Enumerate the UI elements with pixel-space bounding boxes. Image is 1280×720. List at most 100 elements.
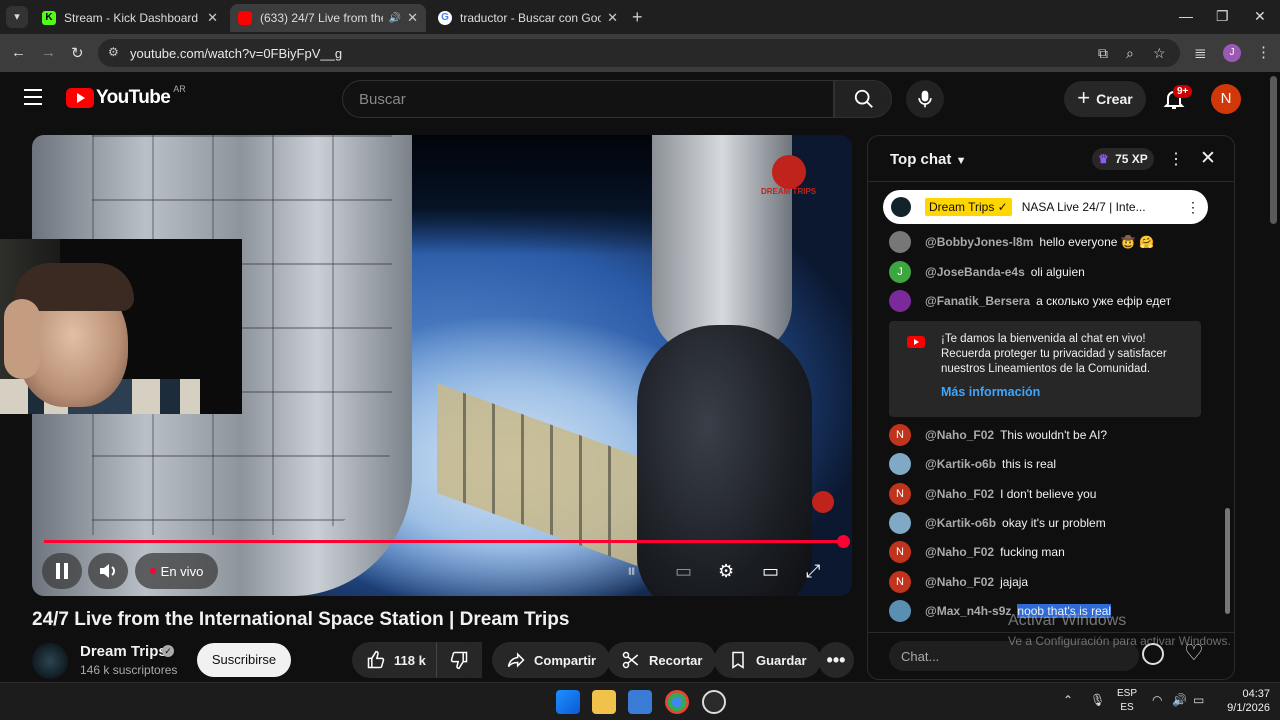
language-indicator[interactable]: ESP ES xyxy=(1117,687,1137,715)
new-tab-button[interactable]: + xyxy=(632,7,643,28)
chat-message[interactable]: N @Naho_F02 I don't believe you xyxy=(889,482,1096,506)
author-avatar[interactable] xyxy=(889,290,911,312)
system-clock[interactable]: 04:37 9/1/2026 xyxy=(1216,687,1270,715)
account-avatar[interactable]: N xyxy=(1211,84,1241,114)
battery-icon[interactable]: ▭ xyxy=(1193,693,1204,707)
reading-list-icon[interactable]: ≣ xyxy=(1194,44,1207,62)
maximize-icon[interactable]: ❐ xyxy=(1216,8,1229,25)
author-avatar[interactable] xyxy=(889,453,911,476)
pinned-options-icon[interactable]: ⋮ xyxy=(1186,199,1200,216)
chat-mode-selector[interactable]: Top chat ▼ xyxy=(890,151,966,168)
progress-scrubber[interactable] xyxy=(837,535,850,548)
author-name[interactable]: @BobbyJones-l8m xyxy=(925,235,1033,249)
obs-icon[interactable] xyxy=(702,690,726,714)
youtube-logo[interactable]: YouTube AR xyxy=(66,84,186,109)
forward-arrow-icon[interactable]: → xyxy=(41,44,56,61)
live-badge[interactable]: En vivo xyxy=(135,553,218,589)
wifi-icon[interactable]: ◠ xyxy=(1152,693,1162,707)
chat-options-icon[interactable]: ⋮ xyxy=(1168,149,1184,169)
chat-message[interactable]: @Kartik-o6b okay it's ur problem xyxy=(889,511,1106,535)
chat-message[interactable]: N @Naho_F02 jajaja xyxy=(889,570,1028,594)
author-name[interactable]: @Max_n4h-s9z xyxy=(925,604,1011,618)
chrome-icon[interactable] xyxy=(665,690,689,714)
microphone-tray-icon[interactable]: 🎙 xyxy=(1090,693,1105,707)
search-button[interactable] xyxy=(834,80,892,118)
close-icon[interactable]: ✕ xyxy=(407,10,418,26)
search-input[interactable]: Buscar xyxy=(342,80,834,118)
settings-gear-icon[interactable]: ⚙ xyxy=(718,561,734,582)
chat-message[interactable]: @BobbyJones-l8m hello everyone 🤠 🤗 xyxy=(889,230,1154,254)
chat-close-icon[interactable]: ✕ xyxy=(1200,147,1216,170)
browser-profile-avatar[interactable]: J xyxy=(1223,44,1241,62)
close-icon[interactable]: ✕ xyxy=(607,10,618,26)
chat-message[interactable]: J @JoseBanda-e4s oli alguien xyxy=(889,260,1085,284)
author-avatar[interactable]: N xyxy=(889,424,911,446)
channel-name[interactable]: Dream Trips xyxy=(80,643,167,660)
microsoft-store-icon[interactable] xyxy=(628,690,652,714)
chevron-up-icon[interactable]: ⌃ xyxy=(1063,693,1073,707)
zoom-icon[interactable]: ⌕ xyxy=(1126,45,1134,62)
author-name[interactable]: @Naho_F02 xyxy=(925,575,994,589)
chat-scrollbar[interactable] xyxy=(1225,508,1230,614)
channel-avatar[interactable] xyxy=(32,643,68,679)
author-name[interactable]: @Naho_F02 xyxy=(925,487,994,501)
chat-message[interactable]: @Fanatik_Bersera а сколько уже ефір едет xyxy=(889,289,1171,313)
save-button[interactable]: Guardar xyxy=(714,642,821,678)
pinned-message[interactable]: Dream Trips ✓ NASA Live 24/7 | Inte... ⋮ xyxy=(883,190,1208,224)
browser-menu-icon[interactable]: ⋮ xyxy=(1256,43,1271,61)
subtitles-icon[interactable]: ▭ xyxy=(675,561,692,582)
mute-button[interactable] xyxy=(88,553,128,589)
author-name[interactable]: @Naho_F02 xyxy=(925,545,994,559)
windows-start-icon[interactable] xyxy=(556,690,580,714)
author-avatar[interactable]: N xyxy=(889,541,911,564)
author-avatar[interactable]: N xyxy=(889,570,911,593)
dislike-button[interactable] xyxy=(436,642,482,678)
author-name[interactable]: @Kartik-o6b xyxy=(925,516,996,530)
minimize-icon[interactable]: — xyxy=(1179,8,1193,24)
tab-search-button[interactable]: ▾ xyxy=(6,6,28,28)
like-count: 118 k xyxy=(394,652,426,668)
author-avatar[interactable] xyxy=(889,231,911,253)
pause-button[interactable] xyxy=(42,553,82,589)
chat-message[interactable]: @Kartik-o6b this is real xyxy=(889,452,1056,476)
author-name[interactable]: @JoseBanda-e4s xyxy=(925,265,1025,279)
author-name[interactable]: @Kartik-o6b xyxy=(925,457,996,471)
more-actions-button[interactable]: ••• xyxy=(818,642,854,678)
autoplay-toggle-icon[interactable]: ⏸ xyxy=(627,561,636,582)
speaker-icon[interactable]: 🔊 xyxy=(389,13,401,24)
clip-button[interactable]: Recortar xyxy=(607,642,717,678)
voice-search-button[interactable] xyxy=(906,80,944,118)
url-text[interactable]: youtube.com/watch?v=0FBiyFpV__g xyxy=(130,46,342,61)
tab-kick-dashboard[interactable]: K Stream - Kick Dashboard ✕ xyxy=(34,4,226,32)
theater-mode-icon[interactable]: ▭ xyxy=(762,561,779,582)
author-avatar[interactable]: J xyxy=(889,260,911,283)
tab-youtube-live[interactable]: (633) 24/7 Live from the Inte 🔊 ✕ xyxy=(230,4,426,32)
subscribe-button[interactable]: Suscribirse xyxy=(197,643,291,677)
author-avatar[interactable] xyxy=(889,511,911,534)
author-name[interactable]: @Naho_F02 xyxy=(925,428,994,442)
chat-message[interactable]: N @Naho_F02 This wouldn't be AI? xyxy=(889,423,1107,447)
share-button[interactable]: Compartir xyxy=(492,642,611,678)
chat-message[interactable]: N @Naho_F02 fucking man xyxy=(889,540,1065,564)
back-arrow-icon[interactable]: ← xyxy=(11,44,26,61)
fullscreen-icon[interactable]: ⤢ xyxy=(806,561,820,582)
author-avatar[interactable]: N xyxy=(889,482,911,505)
window-close-icon[interactable]: ✕ xyxy=(1254,8,1266,25)
close-icon[interactable]: ✕ xyxy=(207,10,218,26)
reload-icon[interactable]: ↻ xyxy=(71,44,84,62)
site-info-icon[interactable]: ⚙ xyxy=(108,45,119,59)
guide-menu-icon[interactable] xyxy=(24,89,42,105)
create-button[interactable]: + Crear xyxy=(1064,81,1146,117)
volume-tray-icon[interactable]: 🔊 xyxy=(1172,693,1187,707)
more-info-link[interactable]: Más información xyxy=(941,385,1040,399)
page-scrollbar[interactable] xyxy=(1270,76,1277,224)
progress-bar[interactable] xyxy=(44,540,840,543)
author-avatar[interactable] xyxy=(889,599,911,622)
author-name[interactable]: @Fanatik_Bersera xyxy=(925,294,1030,308)
bookmark-star-icon[interactable]: ☆ xyxy=(1153,45,1166,62)
xp-badge[interactable]: ♛ 75 XP xyxy=(1092,148,1154,170)
file-explorer-icon[interactable] xyxy=(592,690,616,714)
install-app-icon[interactable]: ⧉ xyxy=(1098,45,1108,62)
address-bar[interactable]: ⚙ youtube.com/watch?v=0FBiyFpV__g ⧉ ⌕ ☆ xyxy=(98,39,1180,67)
tab-google-search[interactable]: G traductor - Buscar con Google ✕ xyxy=(430,4,626,32)
